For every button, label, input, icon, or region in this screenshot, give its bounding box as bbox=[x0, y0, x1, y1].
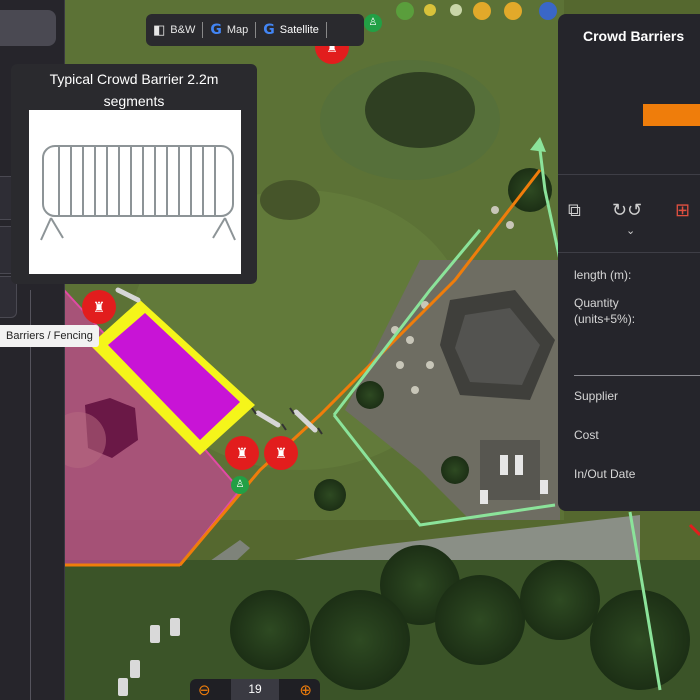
quantity-label: Quantity (units+5%): bbox=[574, 296, 636, 326]
beer-icon[interactable] bbox=[539, 2, 557, 20]
popup-title: Typical Crowd Barrier 2.2m segments bbox=[49, 71, 219, 109]
google-g-icon: G bbox=[210, 22, 222, 38]
satellite-option[interactable]: G Satellite bbox=[256, 14, 326, 46]
sidebar-search-field[interactable] bbox=[0, 10, 56, 46]
rotate-icon[interactable]: ↻↺ bbox=[612, 200, 642, 221]
map-type-selector: ◧ B&W G Map G Satellite bbox=[146, 14, 364, 46]
layer-tooltip: Barriers / Fencing bbox=[0, 325, 99, 347]
zoom-control: ⊖ 19 ⊕ bbox=[190, 679, 320, 700]
inout-date-label: In/Out Date bbox=[574, 467, 636, 481]
copy-icon[interactable]: ⧉ bbox=[568, 200, 581, 221]
sun-icon[interactable] bbox=[424, 4, 436, 16]
barrier-marker-icon[interactable]: ♜ bbox=[264, 436, 298, 470]
barrier-marker-icon[interactable]: ♜ bbox=[225, 436, 259, 470]
crowd-barrier-image bbox=[29, 110, 241, 274]
zoom-level-input[interactable]: 19 bbox=[231, 679, 279, 700]
divider bbox=[558, 252, 700, 253]
grid-select-icon[interactable]: ⊞ bbox=[675, 200, 690, 221]
bw-map-option[interactable]: ◧ B&W bbox=[146, 14, 202, 46]
cost-label: Cost bbox=[574, 428, 599, 442]
divider bbox=[325, 22, 327, 38]
satellite-label: Satellite bbox=[279, 24, 319, 36]
barrier-marker-icon[interactable]: ♜ bbox=[82, 290, 116, 324]
sidebar-divider bbox=[30, 290, 31, 700]
bw-map-label: B&W bbox=[170, 24, 196, 36]
map-option[interactable]: G Map bbox=[203, 14, 255, 46]
color-swatch[interactable] bbox=[643, 104, 700, 126]
divider bbox=[574, 375, 700, 376]
length-label: length (m): bbox=[574, 268, 632, 282]
person-marker-icon[interactable]: ♙ bbox=[364, 14, 382, 32]
beer-icon[interactable] bbox=[473, 2, 491, 20]
item-details-panel: Crowd Barriers ⧉ ↻↺ ⌄ ⊞ length (m): Quan… bbox=[558, 14, 700, 511]
supplier-label: Supplier bbox=[574, 389, 619, 403]
chevron-down-icon[interactable]: ⌄ bbox=[626, 224, 635, 237]
map-label: Map bbox=[226, 24, 249, 36]
google-g-icon: G bbox=[263, 22, 275, 38]
bw-map-icon: ◧ bbox=[153, 22, 166, 37]
panel-title: Crowd Barriers bbox=[583, 28, 685, 44]
barrier-info-popup: Typical Crowd Barrier 2.2m segments bbox=[11, 64, 257, 284]
beer-icon[interactable] bbox=[504, 2, 522, 20]
zoom-in-icon[interactable]: ⊕ bbox=[299, 681, 312, 699]
person-marker-icon[interactable]: ♙ bbox=[231, 476, 249, 494]
zoom-out-icon[interactable]: ⊖ bbox=[198, 681, 211, 699]
flag-icon[interactable] bbox=[396, 2, 414, 20]
divider bbox=[558, 174, 700, 175]
sun-icon[interactable] bbox=[450, 4, 462, 16]
